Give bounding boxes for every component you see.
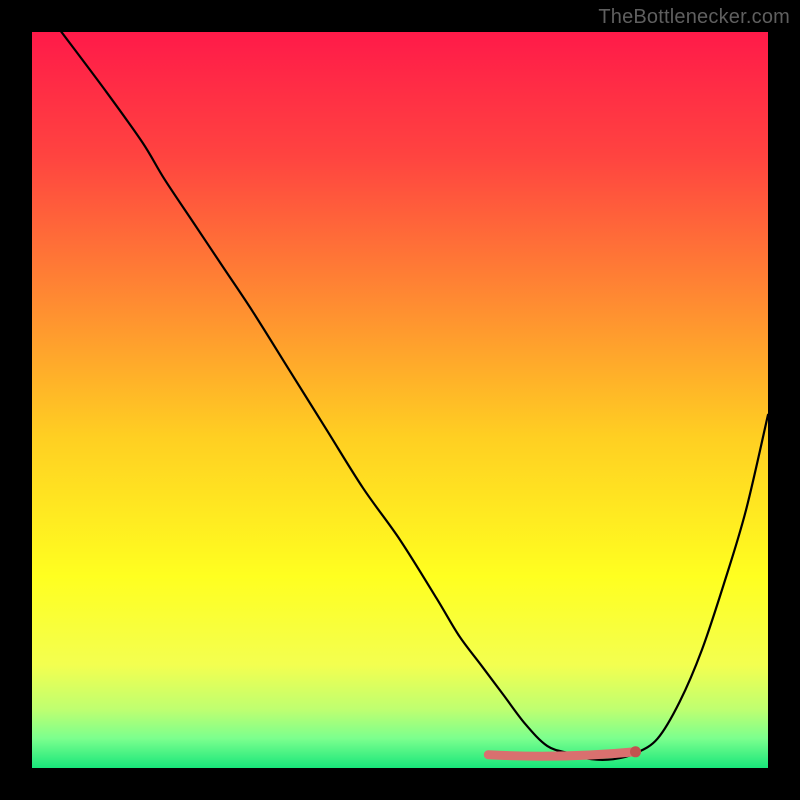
optimum-band bbox=[488, 752, 635, 756]
attribution-label: TheBottlenecker.com bbox=[598, 6, 790, 29]
bottleneck-curve bbox=[61, 32, 768, 760]
curve-layer bbox=[32, 32, 768, 768]
optimum-dot bbox=[630, 746, 641, 757]
plot-area bbox=[32, 32, 768, 768]
chart-frame: TheBottlenecker.com bbox=[0, 0, 800, 800]
